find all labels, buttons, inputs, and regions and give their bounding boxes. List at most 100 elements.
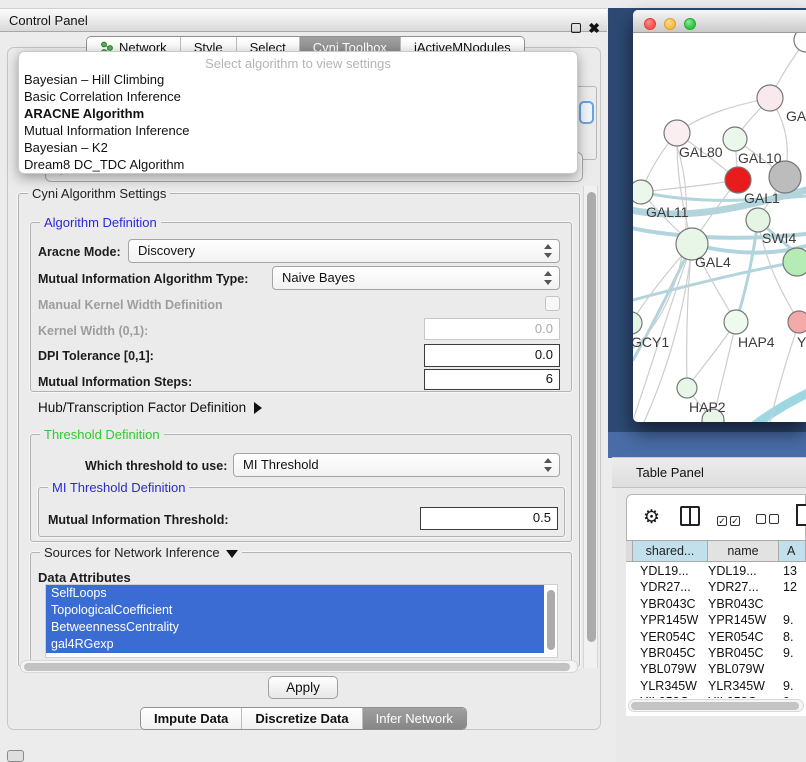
node-label: GAL4 (695, 254, 731, 270)
network-canvas[interactable]: GAL GAL80 GAL10 GAL1 GAL11 SWI4 GAL4 GCY… (633, 33, 806, 422)
kernel-width-label: Kernel Width (0,1): (38, 324, 148, 338)
dpi-tolerance-label: DPI Tolerance [0,1]: (38, 349, 154, 363)
table-panel-title: Table Panel (636, 465, 704, 480)
mi-threshold-field[interactable]: 0.5 (420, 507, 558, 530)
cyni-bottom-tabbar: Impute Data Discretize Data Infer Networ… (140, 707, 467, 730)
horizontal-scrollbar[interactable] (20, 660, 578, 673)
list-item[interactable]: gal4RGexp (46, 636, 544, 653)
sources-group-title[interactable]: Sources for Network Inference (40, 545, 242, 560)
hub-definition-expander[interactable]: Hub/Transcription Factor Definition (38, 400, 262, 415)
zoom-traffic-icon[interactable] (684, 18, 696, 30)
close-traffic-icon[interactable] (644, 18, 656, 30)
table-row[interactable]: YER054CYER054C8. (626, 629, 806, 645)
manual-kernel-width-checkbox[interactable] (545, 296, 560, 311)
column-header-shared-name[interactable]: shared... (633, 540, 708, 562)
node-label: GAL10 (738, 150, 782, 166)
column-header-cut[interactable]: A (779, 540, 806, 562)
which-threshold-label: Which threshold to use: (85, 459, 227, 473)
list-item[interactable]: TopologicalCoefficient (46, 602, 544, 619)
threshold-definition-title: Threshold Definition (40, 427, 164, 442)
apply-button[interactable]: Apply (268, 676, 338, 699)
network-node[interactable] (757, 85, 783, 111)
mi-steps-label: Mutual Information Steps: (38, 375, 192, 389)
row-header-corner (626, 540, 633, 562)
data-attributes-list: SelfLoops TopologicalCoefficient Between… (45, 584, 558, 658)
stepper-icon (544, 244, 552, 258)
node-label: GAL1 (744, 190, 780, 206)
table-rows: YDL19...YDL19...13 YDR27...YDR27...12 YB… (626, 563, 806, 698)
node-table: shared... name A YDL19...YDL19...13 YDR2… (626, 540, 806, 716)
network-node[interactable] (633, 180, 653, 204)
mi-threshold-definition-title: MI Threshold Definition (48, 480, 189, 495)
aracne-mode-combobox[interactable]: Discovery (128, 239, 560, 263)
kernel-width-field: 0.0 (424, 318, 560, 340)
algorithm-definition-title: Algorithm Definition (40, 215, 161, 230)
window-restore-icon[interactable] (7, 750, 24, 762)
network-node[interactable] (783, 248, 806, 276)
node-label: HAP2 (689, 399, 726, 415)
algorithm-dropdown-prompt: Select algorithm to view settings (19, 52, 577, 71)
table-row[interactable]: YBL079WYBL079W (626, 661, 806, 677)
stepper-icon (544, 271, 552, 285)
list-item[interactable]: SelfLoops (46, 585, 544, 602)
mi-algorithm-type-combobox[interactable]: Naive Bayes (272, 266, 560, 290)
algorithm-dropdown-popup: Select algorithm to view settings Bayesi… (18, 51, 578, 174)
table-row[interactable]: YDL19...YDL19...13 (626, 563, 806, 579)
float-window-icon[interactable] (571, 23, 581, 33)
columns-icon[interactable] (680, 506, 700, 526)
table-row[interactable]: YBR043CYBR043C (626, 596, 806, 612)
network-node[interactable] (664, 120, 690, 146)
network-node[interactable] (724, 310, 748, 334)
cyni-settings-group-title: Cyni Algorithm Settings (28, 186, 170, 201)
table-horizontal-scrollbar[interactable] (628, 699, 804, 712)
select-all-rows-icon[interactable]: ✓✓ (717, 511, 743, 529)
column-header-name[interactable]: name (708, 540, 779, 562)
network-node[interactable] (633, 312, 642, 334)
which-threshold-combobox[interactable]: MI Threshold (233, 453, 560, 477)
tab-infer-network[interactable]: Infer Network (362, 708, 466, 729)
close-icon[interactable]: ✖ (588, 17, 600, 40)
tab-impute-data[interactable]: Impute Data (141, 708, 241, 729)
mi-steps-field[interactable]: 6 (424, 369, 560, 390)
network-node[interactable] (746, 208, 770, 232)
network-node[interactable] (788, 311, 806, 333)
node-label: HAP4 (738, 334, 775, 350)
table-row[interactable]: YLR345WYLR345W9. (626, 678, 806, 694)
algorithm-option[interactable]: Bayesian – Hill Climbing (19, 71, 577, 88)
vertical-scrollbar[interactable] (583, 186, 598, 668)
table-panel-titlebar: Table Panel (612, 457, 806, 488)
list-item[interactable]: BetweennessCentrality (46, 619, 544, 636)
algorithm-option[interactable]: Basic Correlation Inference (19, 88, 577, 105)
node-label: Y (797, 334, 806, 350)
stepper-icon (544, 458, 552, 472)
network-node[interactable] (794, 33, 806, 52)
tab-discretize-data[interactable]: Discretize Data (241, 708, 361, 729)
focused-combobox-fragment (579, 101, 594, 124)
network-window-titlebar[interactable] (633, 10, 806, 33)
application-window: Control Panel ✖ Network Style Select Cyn… (0, 0, 806, 762)
algorithm-option[interactable]: Bayesian – K2 (19, 139, 577, 156)
data-attributes-label: Data Attributes (38, 570, 131, 585)
mi-algorithm-type-label: Mutual Information Algorithm Type: (38, 272, 248, 286)
minimize-traffic-icon[interactable] (664, 18, 676, 30)
algorithm-option[interactable]: Dream8 DC_TDC Algorithm (19, 156, 577, 173)
manual-kernel-width-label: Manual Kernel Width Definition (38, 298, 223, 312)
table-row[interactable]: YPR145WYPR145W9. (626, 612, 806, 628)
network-node[interactable] (677, 378, 697, 398)
attributes-scrollbar-thumb[interactable] (547, 590, 555, 650)
dpi-tolerance-field[interactable]: 0.0 (424, 344, 560, 367)
export-table-icon[interactable] (796, 504, 806, 526)
table-row[interactable]: YIL052CYIL052C9 (626, 694, 806, 698)
control-panel-titlebar: Control Panel ✖ (0, 8, 607, 32)
mi-threshold-label: Mutual Information Threshold: (48, 513, 229, 527)
node-label: GAL11 (646, 204, 689, 220)
network-view-window[interactable]: GAL GAL80 GAL10 GAL1 GAL11 SWI4 GAL4 GCY… (633, 10, 806, 422)
node-label: GAL80 (679, 144, 723, 160)
deselect-all-rows-icon[interactable] (756, 511, 782, 529)
algorithm-option[interactable]: Mutual Information Inference (19, 122, 577, 139)
table-row[interactable]: YDR27...YDR27...12 (626, 579, 806, 595)
gear-icon[interactable]: ⚙ (643, 506, 660, 529)
algorithm-option-selected[interactable]: ARACNE Algorithm (19, 105, 577, 122)
table-row[interactable]: YBR045CYBR045C9. (626, 645, 806, 661)
network-node[interactable] (723, 127, 747, 151)
